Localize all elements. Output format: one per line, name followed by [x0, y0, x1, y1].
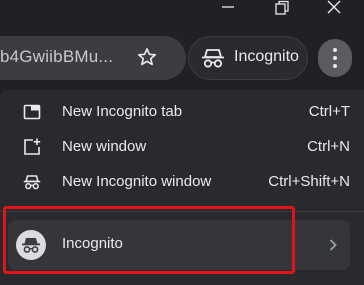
menu-item-label: New Incognito tab: [62, 103, 183, 120]
restore-icon: [275, 0, 289, 15]
new-tab-icon: [23, 104, 41, 120]
profile-label: Incognito: [62, 235, 123, 252]
avatar: [16, 230, 46, 260]
incognito-indicator[interactable]: Incognito: [188, 36, 308, 80]
menu-item-label: New Incognito window: [62, 173, 212, 190]
bookmark-star-icon[interactable]: [136, 46, 158, 68]
menu-item-new-incognito-tab[interactable]: New Incognito tab Ctrl+T: [0, 94, 364, 130]
incognito-icon: [23, 175, 41, 190]
address-bar[interactable]: b4GwiibBMu...: [0, 36, 186, 80]
menu-dot: [333, 56, 337, 60]
customize-menu-button[interactable]: [318, 39, 352, 77]
minimize-icon: [222, 6, 234, 8]
menu-item-profile-incognito[interactable]: Incognito: [8, 220, 350, 270]
minimize-button[interactable]: [208, 0, 248, 18]
menu-item-new-window[interactable]: New window Ctrl+N: [0, 129, 364, 165]
menu-item-label: New window: [62, 138, 147, 155]
close-icon: [327, 0, 341, 14]
menu-item-shortcut: Ctrl+T: [308, 103, 350, 120]
incognito-avatar-icon: [22, 238, 40, 253]
chevron-right-icon: [329, 239, 337, 251]
close-button[interactable]: [314, 0, 354, 18]
menu-item-shortcut: Ctrl+N: [307, 138, 350, 155]
menu-item-shortcut: Ctrl+Shift+N: [268, 173, 350, 190]
incognito-chip-label: Incognito: [234, 48, 299, 65]
url-text[interactable]: b4GwiibBMu...: [0, 47, 113, 67]
menu-divider: [0, 211, 364, 212]
menu-item-new-incognito-window[interactable]: New Incognito window Ctrl+Shift+N: [0, 164, 364, 200]
browser-window: b4GwiibBMu... Incognito New Incognito ta…: [0, 0, 364, 285]
chrome-menu: New Incognito tab Ctrl+T New window Ctrl…: [0, 90, 364, 285]
incognito-icon: [202, 49, 224, 68]
new-window-icon: [24, 138, 41, 155]
restore-button[interactable]: [262, 0, 302, 18]
menu-dot: [333, 48, 337, 52]
menu-dot: [333, 64, 337, 68]
